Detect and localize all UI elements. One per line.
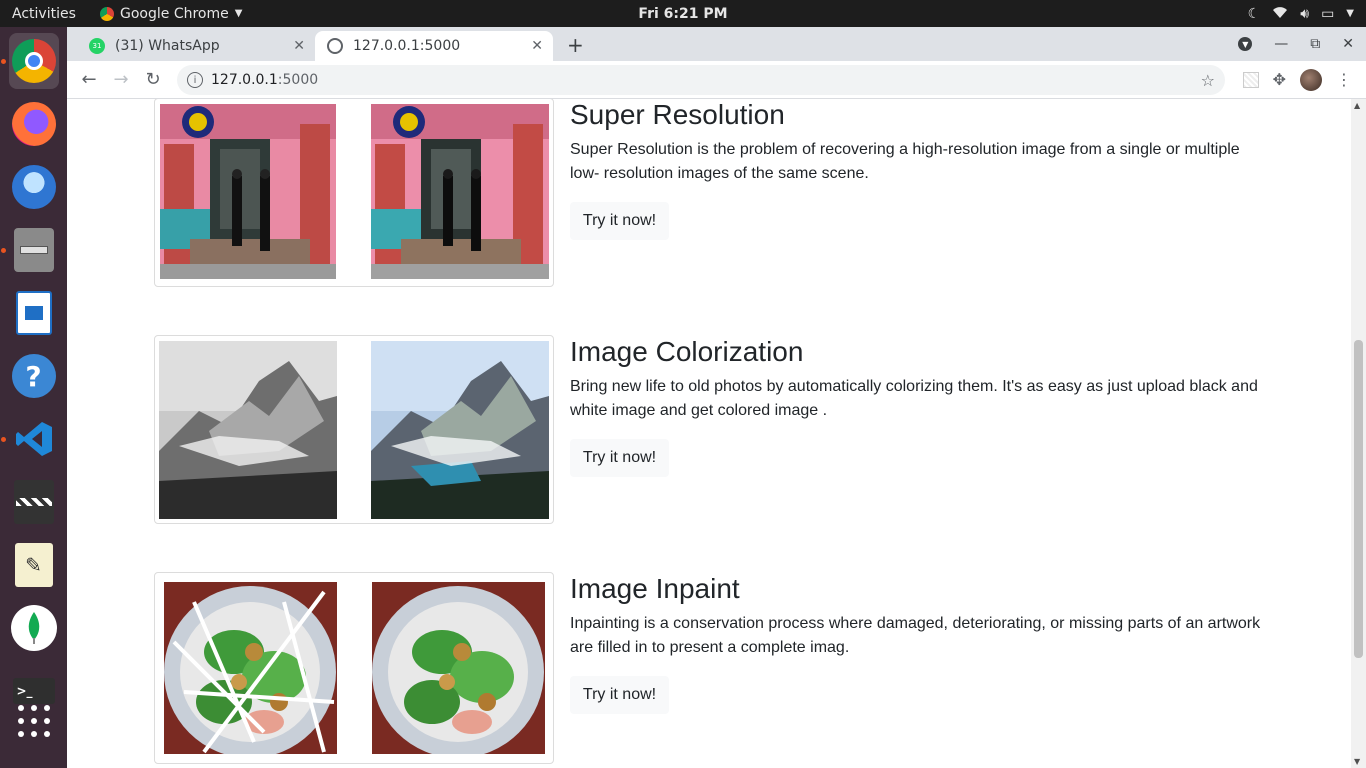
chrome-window: 31 (31) WhatsApp ✕ 127.0.0.1:5000 ✕ + ▼ … bbox=[67, 27, 1366, 768]
section-title: Image Colorization bbox=[570, 336, 804, 367]
url-host: 127.0.0.1 bbox=[211, 72, 278, 88]
dock-item-thunderbird[interactable] bbox=[9, 159, 59, 215]
tab-label: 127.0.0.1:5000 bbox=[353, 38, 461, 54]
try-inpaint-button[interactable]: Try it now! bbox=[570, 676, 669, 714]
info-icon[interactable]: i bbox=[187, 72, 203, 88]
try-colorization-button[interactable]: Try it now! bbox=[570, 439, 669, 477]
dock-item-vscode[interactable] bbox=[0, 411, 59, 467]
section-title: Image Inpaint bbox=[570, 573, 740, 604]
thunderbird-icon bbox=[11, 165, 56, 209]
chevron-down-icon: ▼ bbox=[234, 8, 243, 19]
activities-button[interactable]: Activities bbox=[0, 6, 92, 22]
dock-item-chrome[interactable] bbox=[0, 33, 59, 89]
globe-icon bbox=[327, 38, 343, 54]
vscode-icon bbox=[12, 417, 56, 461]
maximize-button[interactable]: ⧉ bbox=[1310, 36, 1320, 52]
forward-arrow-icon[interactable]: → bbox=[105, 69, 137, 90]
more-menu-icon[interactable]: ⋮ bbox=[1336, 70, 1352, 89]
url-port: :5000 bbox=[277, 72, 319, 88]
dock-item-writer[interactable] bbox=[9, 285, 59, 341]
scroll-up-arrow-icon[interactable]: ▲ bbox=[1354, 101, 1360, 110]
app-menu-label: Google Chrome bbox=[120, 5, 229, 22]
colorized-image bbox=[371, 341, 549, 519]
address-bar[interactable]: i 127.0.0.1:5000 ☆ bbox=[177, 65, 1225, 95]
help-icon: ? bbox=[11, 354, 56, 398]
scroll-thumb[interactable] bbox=[1354, 340, 1363, 658]
tab-strip: 31 (31) WhatsApp ✕ 127.0.0.1:5000 ✕ + ▼ … bbox=[67, 27, 1366, 61]
browser-toolbar: ← → ↻ i 127.0.0.1:5000 ☆ ✥ ⋮ bbox=[67, 61, 1366, 99]
text-editor-icon: ✎ bbox=[14, 543, 53, 587]
section-description: Bring new life to old photos by automati… bbox=[570, 378, 1258, 419]
tab-search-icon[interactable]: ▼ bbox=[1238, 37, 1253, 51]
show-applications-button[interactable] bbox=[9, 693, 59, 749]
restored-image bbox=[372, 582, 545, 754]
volume-icon: 🔊︎ bbox=[1300, 5, 1310, 22]
puzzle-icon[interactable]: ✥ bbox=[1273, 70, 1286, 89]
toolbar-actions: ✥ ⋮ bbox=[1242, 68, 1352, 91]
document-icon bbox=[15, 291, 52, 335]
grid-icon bbox=[17, 705, 50, 737]
grayscale-image bbox=[159, 341, 337, 519]
damaged-image bbox=[164, 582, 337, 754]
scroll-down-arrow-icon[interactable]: ▼ bbox=[1354, 757, 1360, 766]
low-resolution-image bbox=[160, 104, 336, 279]
high-resolution-image bbox=[371, 104, 549, 279]
chevron-down-icon: ▼ bbox=[1346, 8, 1354, 19]
window-controls: ▼ — ⧉ ✕ bbox=[1238, 27, 1366, 61]
wifi-icon bbox=[1272, 5, 1288, 23]
new-tab-button[interactable]: + bbox=[567, 33, 584, 57]
app-menu[interactable]: Google Chrome ▼ bbox=[100, 6, 242, 22]
dock-item-video-editor[interactable] bbox=[9, 474, 59, 530]
dock: ? ✎ >_ bbox=[0, 27, 67, 768]
close-icon[interactable]: ✕ bbox=[293, 38, 305, 54]
inpaint-image-card bbox=[154, 572, 554, 764]
back-arrow-icon[interactable]: ← bbox=[73, 69, 105, 90]
whatsapp-favicon-icon: 31 bbox=[89, 38, 105, 54]
reload-icon[interactable]: ↻ bbox=[137, 69, 169, 90]
super-resolution-image-card bbox=[154, 99, 554, 287]
dock-item-mongodb[interactable] bbox=[9, 600, 59, 656]
section-description: Inpainting is a conservation process whe… bbox=[570, 615, 1261, 656]
tab-localhost[interactable]: 127.0.0.1:5000 ✕ bbox=[315, 31, 553, 61]
tab-whatsapp[interactable]: 31 (31) WhatsApp ✕ bbox=[77, 31, 315, 61]
try-super-resolution-button[interactable]: Try it now! bbox=[570, 202, 669, 240]
dock-item-files[interactable] bbox=[0, 222, 59, 278]
dock-item-firefox[interactable] bbox=[9, 96, 59, 152]
section-description: Super Resolution is the problem of recov… bbox=[570, 141, 1240, 182]
clapperboard-icon bbox=[13, 480, 54, 524]
mongodb-leaf-icon bbox=[10, 605, 57, 651]
system-top-bar: Activities Google Chrome ▼ Fri 6:21 PM ☾… bbox=[0, 0, 1366, 27]
dock-item-text-editor[interactable]: ✎ bbox=[9, 537, 59, 593]
battery-icon: ▭ bbox=[1321, 5, 1335, 22]
avatar[interactable] bbox=[1300, 68, 1322, 91]
section-title: Super Resolution bbox=[570, 99, 785, 130]
colorization-image-card bbox=[154, 335, 554, 524]
night-light-icon: ☾ bbox=[1247, 5, 1261, 22]
close-window-button[interactable]: ✕ bbox=[1342, 36, 1354, 52]
running-indicator bbox=[0, 59, 6, 64]
bookmark-star-icon[interactable]: ☆ bbox=[1201, 71, 1215, 90]
chrome-small-icon bbox=[100, 6, 114, 21]
extension-icon[interactable] bbox=[1242, 71, 1259, 88]
system-tray[interactable]: ☾ 🔊︎ ▭ ▼ bbox=[1248, 5, 1354, 23]
vertical-scrollbar[interactable]: ▲ ▼ bbox=[1351, 99, 1366, 768]
file-cabinet-icon bbox=[13, 228, 54, 272]
running-indicator bbox=[0, 248, 6, 253]
running-indicator bbox=[0, 437, 6, 442]
page-viewport: Super Resolution Super Resolution is the… bbox=[67, 99, 1366, 768]
firefox-icon bbox=[11, 102, 56, 146]
tab-label: (31) WhatsApp bbox=[115, 38, 220, 54]
dock-item-help[interactable]: ? bbox=[9, 348, 59, 404]
chrome-icon bbox=[11, 39, 56, 83]
close-icon[interactable]: ✕ bbox=[531, 38, 543, 54]
minimize-button[interactable]: — bbox=[1274, 36, 1288, 52]
